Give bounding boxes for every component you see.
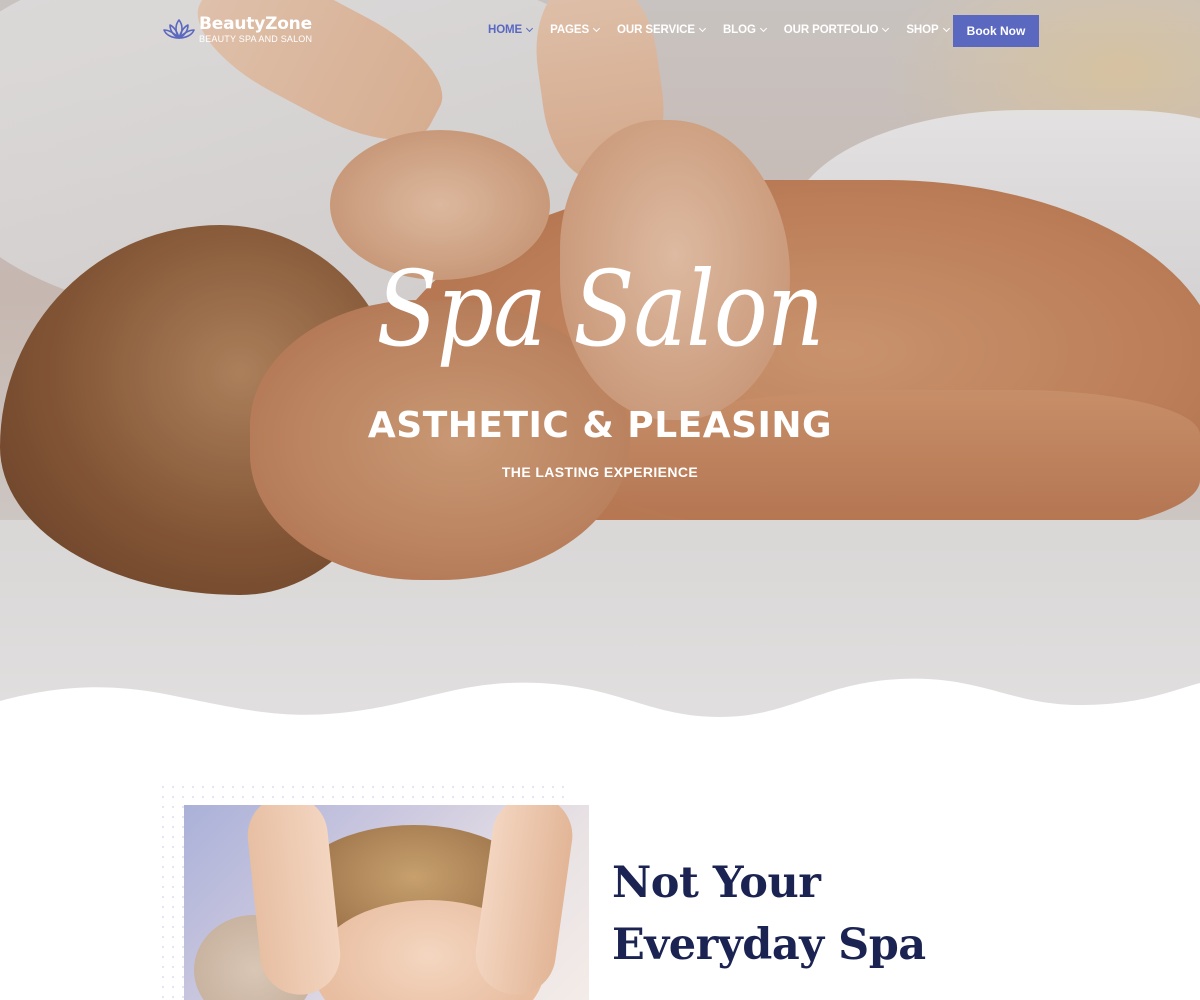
hero-title: Spa Salon <box>376 248 824 370</box>
about-image <box>184 805 589 1000</box>
hero-wave-divider <box>0 678 1200 735</box>
main-nav: HOME PAGES OUR SERVICE BLOG OUR PORTFOLI… <box>488 24 967 36</box>
nav-item-label: OUR SERVICE <box>617 24 695 36</box>
about-heading: Not Your Everyday Spa <box>612 852 1032 976</box>
book-now-button[interactable]: Book Now <box>953 15 1039 47</box>
nav-item-our-service[interactable]: OUR SERVICE <box>617 24 707 36</box>
nav-item-label: HOME <box>488 24 523 36</box>
about-image-hand-right <box>470 805 578 1000</box>
site-header: BeautyZone BEAUTY SPA AND SALON HOME PAG… <box>0 0 1200 64</box>
brand-name: BeautyZone <box>199 14 312 34</box>
nav-item-blog[interactable]: BLOG <box>722 24 767 36</box>
nav-item-our-portfolio[interactable]: OUR PORTFOLIO <box>783 24 890 36</box>
hero-tagline: THE LASTING EXPERIENCE <box>501 464 699 480</box>
chevron-down-icon <box>526 24 534 33</box>
lotus-icon <box>163 19 195 39</box>
nav-item-label: BLOG <box>722 24 756 36</box>
nav-item-shop[interactable]: SHOP <box>906 24 950 36</box>
hero-subtitle: ASTHETIC & PLEASING <box>367 405 833 446</box>
chevron-down-icon <box>942 24 950 33</box>
nav-item-pages[interactable]: PAGES <box>550 24 601 36</box>
about-heading-line: Not Your <box>612 858 821 908</box>
about-heading-line: Everyday Spa <box>612 920 926 970</box>
nav-item-label: PAGES <box>550 24 590 36</box>
nav-item-label: SHOP <box>906 24 939 36</box>
chevron-down-icon <box>759 24 767 33</box>
chevron-down-icon <box>882 24 890 33</box>
chevron-down-icon <box>592 24 601 33</box>
nav-item-label: OUR PORTFOLIO <box>783 24 879 36</box>
nav-item-home[interactable]: HOME <box>488 24 534 36</box>
chevron-down-icon <box>698 24 707 33</box>
site-logo[interactable]: BeautyZone BEAUTY SPA AND SALON <box>162 14 312 44</box>
brand-tagline: BEAUTY SPA AND SALON <box>199 34 313 44</box>
